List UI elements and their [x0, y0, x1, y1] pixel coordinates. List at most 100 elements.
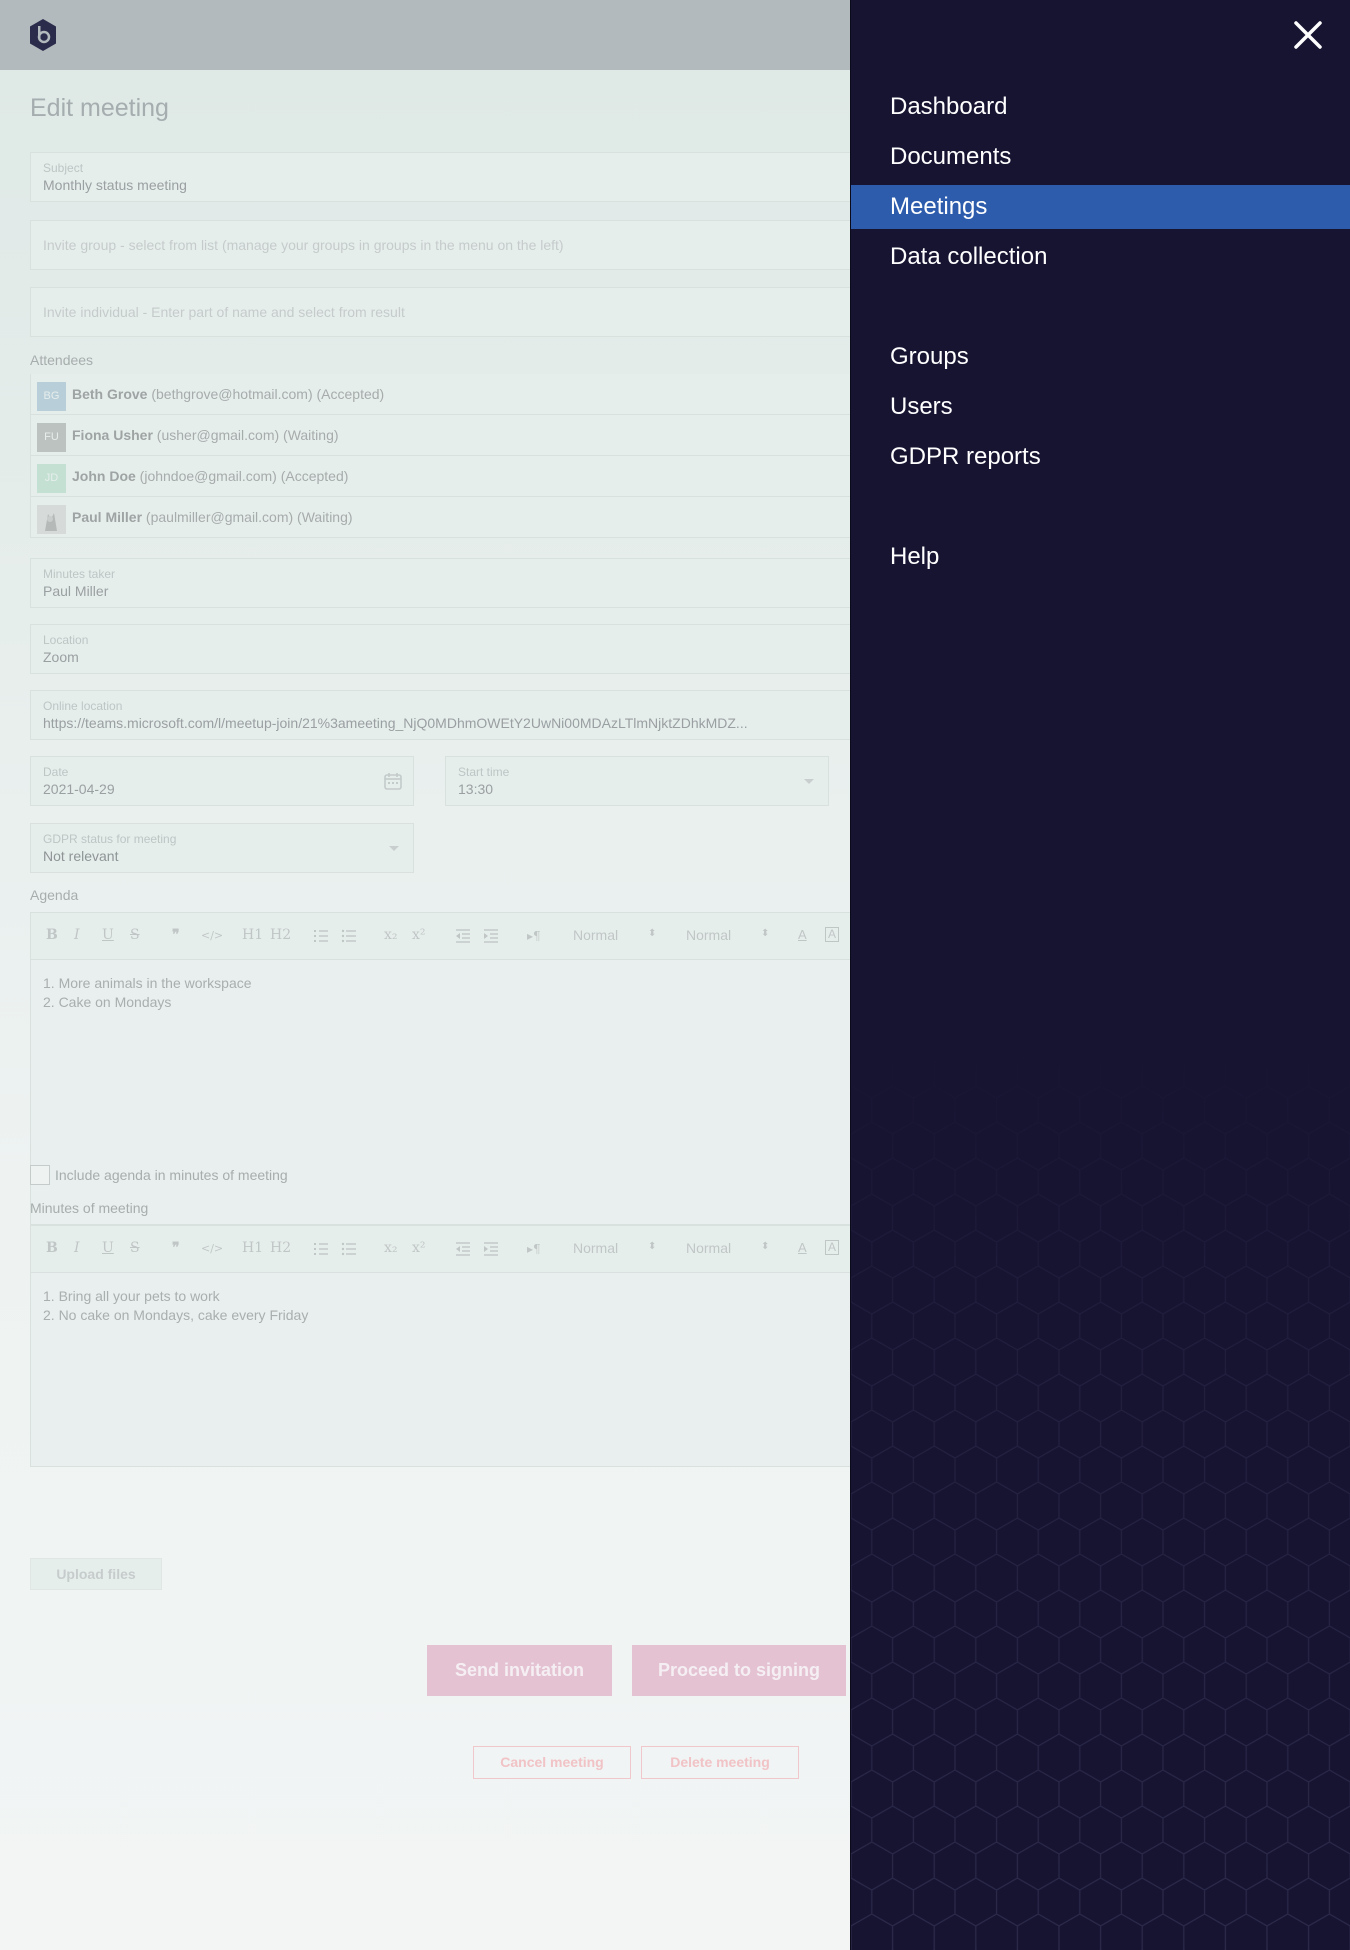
italic-button[interactable]: I: [74, 927, 80, 943]
minutes-editor[interactable]: 1. Bring all your pets to work 2. No cak…: [30, 1273, 860, 1467]
start-time-select[interactable]: Start time 13:30: [445, 756, 829, 806]
chevron-updown-icon[interactable]: ⬍: [648, 928, 656, 939]
location-label: Location: [43, 633, 89, 647]
font-select[interactable]: Normal: [573, 927, 618, 943]
h1-button[interactable]: H1: [242, 927, 263, 943]
subject-label: Subject: [43, 161, 84, 175]
attendee-detail: (johndoe@gmail.com) (Accepted): [139, 468, 349, 484]
date-label: Date: [43, 765, 69, 779]
subscript-button[interactable]: x₂: [384, 927, 398, 943]
agenda-line: 1. More animals in the workspace: [43, 975, 252, 991]
quote-button[interactable]: ❞: [172, 927, 180, 943]
date-field[interactable]: Date 2021-04-29: [30, 756, 414, 806]
outdent-icon[interactable]: [455, 1241, 471, 1257]
code-button[interactable]: </>: [201, 1242, 223, 1255]
text-direction-button[interactable]: ▸¶: [527, 929, 541, 943]
attendee-name: Fiona Usher: [72, 427, 153, 443]
sidebar-item-dashboard[interactable]: Dashboard: [851, 85, 1350, 129]
bullet-list-icon[interactable]: [341, 928, 357, 944]
attendee-row[interactable]: Paul Miller (paulmiller@gmail.com) (Wait…: [30, 497, 860, 538]
size-select[interactable]: Normal: [686, 1240, 731, 1256]
superscript-button[interactable]: x²: [412, 927, 426, 943]
size-select[interactable]: Normal: [686, 927, 731, 943]
text-direction-button[interactable]: ▸¶: [527, 1242, 541, 1256]
minutes-label: Minutes of meeting: [30, 1200, 149, 1216]
avatar: BG: [37, 382, 66, 411]
attendee-row[interactable]: BG Beth Grove (bethgrove@hotmail.com) (A…: [30, 374, 860, 415]
chevron-down-icon[interactable]: [804, 779, 814, 784]
strike-button[interactable]: S: [130, 1240, 140, 1256]
delete-meeting-button[interactable]: Delete meeting: [641, 1746, 799, 1779]
hexagon-logo-icon[interactable]: [28, 18, 58, 52]
strike-button[interactable]: S: [130, 927, 140, 943]
text-color-button[interactable]: A: [798, 927, 807, 942]
chevron-updown-icon[interactable]: ⬍: [648, 1241, 656, 1252]
outdent-icon[interactable]: [455, 928, 471, 944]
ordered-list-icon[interactable]: [313, 1241, 329, 1257]
invite-individual-input[interactable]: Invite individual - Enter part of name a…: [30, 287, 860, 337]
gdpr-status-value[interactable]: Not relevant: [43, 848, 343, 864]
minutes-taker-value[interactable]: Paul Miller: [43, 583, 818, 599]
sidebar-item-users[interactable]: Users: [851, 385, 1350, 429]
avatar: FU: [37, 423, 66, 452]
hexagon-pattern-background: [851, 1050, 1350, 1950]
bold-button[interactable]: B: [46, 927, 58, 943]
avatar: JD: [37, 464, 66, 493]
superscript-button[interactable]: x²: [412, 1240, 426, 1256]
subject-value[interactable]: Monthly status meeting: [43, 177, 818, 193]
underline-button[interactable]: U: [102, 927, 114, 943]
start-time-value[interactable]: 13:30: [458, 781, 758, 797]
date-value[interactable]: 2021-04-29: [43, 781, 343, 797]
sidebar-item-gdpr-reports[interactable]: GDPR reports: [851, 435, 1350, 479]
chevron-updown-icon[interactable]: ⬍: [761, 1241, 769, 1252]
sidebar-item-meetings[interactable]: Meetings: [851, 185, 1350, 229]
send-invitation-button[interactable]: Send invitation: [427, 1645, 612, 1696]
ordered-list-icon[interactable]: [313, 928, 329, 944]
indent-icon[interactable]: [483, 1241, 499, 1257]
location-value[interactable]: Zoom: [43, 649, 818, 665]
main-content: Edit meeting Subject Monthly status meet…: [0, 70, 860, 1950]
close-icon[interactable]: [1291, 18, 1325, 52]
online-location-field[interactable]: Online location https://teams.microsoft.…: [30, 690, 860, 740]
agenda-editor[interactable]: 1. More animals in the workspace 2. Cake…: [30, 960, 860, 1225]
underline-button[interactable]: U: [102, 1240, 114, 1256]
invite-group-input[interactable]: Invite group - select from list (manage …: [30, 220, 860, 270]
attendee-row[interactable]: JD John Doe (johndoe@gmail.com) (Accepte…: [30, 456, 860, 497]
h1-button[interactable]: H1: [242, 1240, 263, 1256]
include-agenda-checkbox[interactable]: [30, 1165, 50, 1185]
avatar-photo-icon: [37, 505, 66, 534]
upload-files-button[interactable]: Upload files: [30, 1558, 162, 1590]
gdpr-status-select[interactable]: GDPR status for meeting Not relevant: [30, 823, 414, 873]
sidebar-item-groups[interactable]: Groups: [851, 335, 1350, 379]
online-location-value[interactable]: https://teams.microsoft.com/l/meetup-joi…: [43, 715, 818, 731]
quote-button[interactable]: ❞: [172, 1240, 180, 1256]
text-color-button[interactable]: A: [798, 1240, 807, 1255]
location-field[interactable]: Location Zoom: [30, 624, 860, 674]
background-color-button[interactable]: A: [825, 927, 840, 942]
proceed-to-signing-button[interactable]: Proceed to signing: [632, 1645, 846, 1696]
calendar-icon[interactable]: [383, 771, 403, 791]
sidebar-item-data-collection[interactable]: Data collection: [851, 235, 1350, 279]
italic-button[interactable]: I: [74, 1240, 80, 1256]
agenda-line: 2. Cake on Mondays: [43, 994, 172, 1010]
subject-field[interactable]: Subject Monthly status meeting: [30, 152, 860, 202]
bold-button[interactable]: B: [46, 1240, 58, 1256]
font-select[interactable]: Normal: [573, 1240, 618, 1256]
background-color-button[interactable]: A: [825, 1240, 840, 1255]
indent-icon[interactable]: [483, 928, 499, 944]
attendee-name: Paul Miller: [72, 509, 143, 525]
subscript-button[interactable]: x₂: [384, 1240, 398, 1256]
attendee-name: John Doe: [72, 468, 136, 484]
code-button[interactable]: </>: [201, 929, 223, 942]
chevron-down-icon[interactable]: [389, 846, 399, 851]
h2-button[interactable]: H2: [270, 927, 291, 943]
minutes-taker-field[interactable]: Minutes taker Paul Miller: [30, 558, 860, 608]
sidebar-item-documents[interactable]: Documents: [851, 135, 1350, 179]
chevron-updown-icon[interactable]: ⬍: [761, 928, 769, 939]
attendee-row[interactable]: FU Fiona Usher (usher@gmail.com) (Waitin…: [30, 415, 860, 456]
cancel-meeting-button[interactable]: Cancel meeting: [473, 1746, 631, 1779]
bullet-list-icon[interactable]: [341, 1241, 357, 1257]
sidebar-item-help[interactable]: Help: [851, 535, 1350, 579]
sidebar-menu: Dashboard Documents Meetings Data collec…: [850, 0, 1350, 1950]
h2-button[interactable]: H2: [270, 1240, 291, 1256]
